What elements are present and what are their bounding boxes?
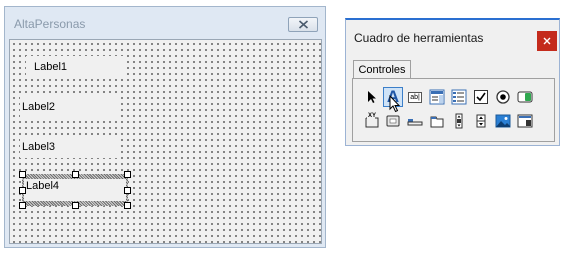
userform-canvas[interactable]: Label1 Label2 Label3 Label4	[9, 39, 322, 244]
frame-tool-xy: XY	[368, 113, 377, 119]
tabstrip-tool-icon	[407, 119, 423, 126]
tab-controles-label: Controles	[358, 64, 406, 76]
textbox-tool[interactable]: ab|	[406, 88, 424, 106]
resize-handle-right[interactable]	[124, 187, 131, 194]
multipage-tool-icon	[430, 116, 444, 128]
pointer-icon	[368, 91, 376, 103]
mouse-cursor-icon	[389, 95, 401, 113]
userform-close-button[interactable]	[288, 17, 318, 32]
label4-text: Label4	[26, 180, 60, 192]
combobox-tool[interactable]	[428, 88, 446, 106]
refedit-tool[interactable]	[516, 112, 534, 130]
scrollbar-tool-icon	[455, 113, 463, 129]
textbox-tool-icon: ab|	[408, 91, 422, 103]
combobox-tool-icon	[429, 89, 445, 105]
optionbutton-tool-icon	[496, 90, 510, 104]
userform-window[interactable]: AltaPersonas Label1 Label2 Label3 Label4	[4, 6, 326, 248]
resize-handle-bottom[interactable]	[72, 202, 79, 209]
togglebutton-tool-icon	[517, 91, 533, 103]
scrollbar-tool[interactable]	[450, 112, 468, 130]
tab-controles[interactable]: Controles	[353, 60, 411, 79]
togglebutton-tool[interactable]	[516, 88, 534, 106]
label3-control[interactable]: Label3	[20, 136, 120, 158]
image-tool-icon	[495, 114, 511, 128]
resize-handle-top-left[interactable]	[19, 171, 26, 178]
toolbox-title: Cuadro de herramientas	[354, 31, 484, 45]
listbox-tool-icon	[451, 89, 467, 105]
pointer-tool[interactable]	[363, 88, 381, 106]
spinbutton-tool[interactable]	[472, 112, 490, 130]
userform-title: AltaPersonas	[14, 17, 86, 31]
commandbutton-tool[interactable]	[384, 112, 402, 130]
multipage-tool[interactable]	[428, 112, 446, 130]
label4-text-wrap: Label4	[24, 176, 59, 196]
tabstrip-tool[interactable]	[406, 112, 424, 130]
frame-tool[interactable]: XY	[363, 112, 381, 130]
checkbox-tool[interactable]	[472, 88, 490, 106]
close-icon	[543, 37, 551, 45]
refedit-tool-icon	[517, 114, 533, 128]
resize-handle-bottom-right[interactable]	[124, 202, 131, 209]
resize-handle-bottom-left[interactable]	[19, 202, 26, 209]
checkbox-tool-icon	[474, 90, 488, 104]
close-icon	[298, 20, 308, 29]
resize-handle-left[interactable]	[19, 187, 26, 194]
label2-control[interactable]: Label2	[20, 96, 120, 118]
optionbutton-tool[interactable]	[494, 88, 512, 106]
label2-text: Label2	[22, 101, 56, 113]
label3-text: Label3	[22, 141, 56, 153]
image-tool[interactable]	[494, 112, 512, 130]
commandbutton-tool-icon	[386, 115, 400, 127]
label1-text: Label1	[34, 61, 68, 73]
resize-handle-top-right[interactable]	[124, 171, 131, 178]
spinbutton-tool-icon	[476, 114, 486, 128]
label1-control[interactable]: Label1	[26, 56, 126, 78]
resize-handle-top[interactable]	[72, 171, 79, 178]
toolbox-close-button[interactable]	[537, 31, 557, 51]
toolbox-window[interactable]: Cuadro de herramientas Controles A ab| X…	[345, 18, 560, 146]
listbox-tool[interactable]	[450, 88, 468, 106]
toolbox-controls-page: A ab| XY	[352, 78, 555, 142]
